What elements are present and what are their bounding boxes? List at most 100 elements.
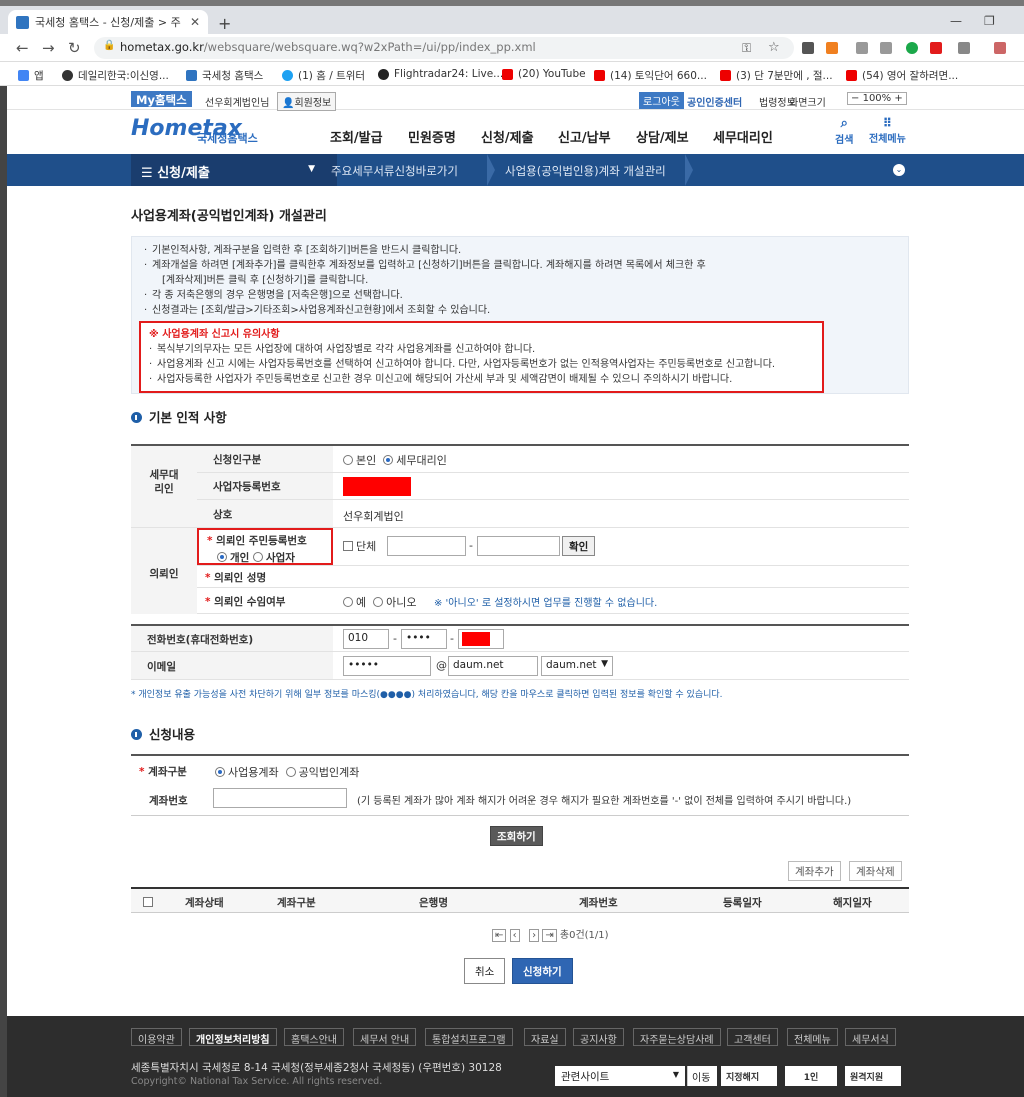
first-page-icon[interactable]: ⇤ bbox=[492, 929, 507, 942]
profile-icon[interactable] bbox=[994, 42, 1006, 54]
rrn-back-input[interactable] bbox=[477, 536, 560, 556]
extension-icon[interactable] bbox=[930, 42, 942, 54]
zoom-control[interactable]: − 100% + bbox=[847, 92, 907, 105]
warning-line: 사업용계좌 신고 시에는 사업자등록번호를 선택하여 신고하여야 합니다. 다만… bbox=[149, 357, 814, 372]
menu-inquiry[interactable]: 조회/발급 bbox=[330, 127, 383, 146]
menu-certificate[interactable]: 민원증명 bbox=[408, 127, 456, 146]
cancel-button[interactable]: 취소 bbox=[464, 958, 506, 984]
grammarly-icon[interactable] bbox=[906, 42, 918, 54]
related-sites-select[interactable]: 관련사이트 ▼ bbox=[555, 1066, 685, 1086]
submit-button[interactable]: 신청하기 bbox=[512, 958, 573, 984]
footer-link-install[interactable]: 통합설치프로그램 bbox=[425, 1028, 513, 1046]
radio-business-account[interactable]: 사업용계좌 bbox=[215, 766, 279, 779]
extension-icon[interactable] bbox=[826, 42, 838, 54]
search-button[interactable]: ⌕ 검색 bbox=[835, 116, 853, 146]
radio-agent[interactable]: 세무대리인 bbox=[383, 454, 447, 467]
radio-person[interactable]: 개인 bbox=[217, 552, 249, 564]
cert-center-link[interactable]: 공인인증센터 bbox=[687, 94, 742, 109]
radio-yes[interactable]: 예 bbox=[343, 596, 366, 609]
footer-link-notice[interactable]: 공지사항 bbox=[573, 1028, 624, 1046]
footer-link-privacy[interactable]: 개인정보처리방침 bbox=[189, 1028, 277, 1046]
footer-link-guide[interactable]: 홈택스안내 bbox=[284, 1028, 344, 1046]
delete-account-button[interactable]: 계좌삭제 bbox=[849, 861, 902, 881]
footer-link-forms[interactable]: 세무서식 bbox=[845, 1028, 896, 1046]
restore-icon[interactable]: ❐ bbox=[984, 14, 995, 28]
guide-box: 기본인적사항, 계좌구분을 입력한 후 [조회하기]버튼을 반드시 클릭합니다.… bbox=[131, 236, 909, 394]
radio-business[interactable]: 사업자 bbox=[252, 552, 295, 564]
current-menu-dropdown[interactable]: ☰ 신청/제출 ▼ bbox=[131, 154, 337, 186]
logout-button[interactable]: 로그아웃 bbox=[639, 92, 684, 109]
menu-agent[interactable]: 세무대리인 bbox=[713, 127, 773, 146]
bookmark-item[interactable]: (54) 영어 잘하려면... bbox=[846, 68, 958, 83]
crumb-shortcut[interactable]: 주요세무서류신청바로가기 bbox=[331, 163, 458, 179]
prev-page-icon[interactable]: ‹ bbox=[509, 929, 520, 942]
confirm-button[interactable]: 확인 bbox=[562, 536, 596, 556]
banner-remote-support[interactable]: 원격지원 bbox=[845, 1066, 901, 1086]
footer-link-office[interactable]: 세무서 안내 bbox=[353, 1028, 417, 1046]
bookmark-item[interactable]: (3) 단 7분만에 , 절... bbox=[720, 68, 833, 83]
email-domain-input[interactable]: daum.net bbox=[448, 656, 538, 676]
move-button[interactable]: 이동 bbox=[687, 1066, 717, 1086]
bookmark-star-icon[interactable]: ☆ bbox=[768, 40, 780, 55]
footer-link-allmenu[interactable]: 전체메뉴 bbox=[787, 1028, 838, 1046]
phone-prefix-input[interactable]: 010 bbox=[343, 629, 389, 649]
chevron-down-icon: ▼ bbox=[672, 1070, 679, 1079]
account-number-input[interactable] bbox=[213, 788, 347, 808]
radio-self[interactable]: 본인 bbox=[343, 454, 376, 467]
footer-link-terms[interactable]: 이용약관 bbox=[131, 1028, 182, 1046]
email-id-input[interactable]: ••••• bbox=[343, 656, 431, 676]
member-info-button[interactable]: 👤회원정보 bbox=[277, 92, 337, 111]
select-all-checkbox[interactable] bbox=[143, 896, 156, 909]
footer-link-archive[interactable]: 자료실 bbox=[524, 1028, 566, 1046]
utility-bar: My홈택스 선우회계법인님 👤회원정보 로그아웃 공인인증센터 법령정보 화면크… bbox=[7, 86, 1024, 111]
group-checkbox[interactable]: 단체 bbox=[343, 538, 376, 554]
radio-public-account[interactable]: 공익법인계좌 bbox=[285, 766, 359, 779]
my-hometax-button[interactable]: My홈택스 bbox=[131, 91, 192, 107]
bookmark-item[interactable]: Flightradar24: Live... bbox=[378, 68, 503, 80]
bookmark-apps[interactable]: 앱 bbox=[18, 68, 44, 83]
next-page-icon[interactable]: › bbox=[529, 929, 540, 942]
add-account-button[interactable]: 계좌추가 bbox=[788, 861, 841, 881]
row-client-rrn: * 의뢰인 주민등록번호 개인 사업자 단체 - 확인 bbox=[197, 528, 909, 566]
zoom-in-icon[interactable]: + bbox=[894, 93, 902, 104]
crumb-current[interactable]: 사업용(공익법인용)계좌 개설관리 bbox=[505, 163, 666, 179]
radio-no[interactable]: 아니오 bbox=[373, 596, 417, 609]
extension-icon[interactable] bbox=[802, 42, 814, 54]
reload-icon[interactable]: ↻ bbox=[68, 39, 81, 57]
banner-designation[interactable]: 지정해지 bbox=[721, 1066, 777, 1086]
forward-icon[interactable]: → bbox=[42, 39, 55, 57]
tab-close-icon[interactable]: ✕ bbox=[190, 15, 200, 29]
phone-middle-input[interactable]: •••• bbox=[401, 629, 447, 649]
bookmark-item[interactable]: 국세청 홈택스 bbox=[186, 68, 263, 83]
radio-checked-icon bbox=[215, 767, 225, 777]
all-menu-button[interactable]: ⠿ 전체메뉴 bbox=[869, 116, 906, 145]
url-input[interactable]: 🔒 hometax.go.kr/websquare/websquare.wq?w… bbox=[94, 37, 794, 59]
bookmark-item[interactable]: (1) 홈 / 트위터 bbox=[282, 68, 365, 83]
menu-application[interactable]: 신청/제출 bbox=[481, 127, 534, 146]
extension-icon[interactable] bbox=[856, 42, 868, 54]
extension-icon[interactable] bbox=[880, 42, 892, 54]
footer-link-support[interactable]: 고객센터 bbox=[727, 1028, 778, 1046]
back-icon[interactable]: ← bbox=[16, 39, 29, 57]
key-icon[interactable]: ⚿ bbox=[742, 41, 751, 56]
chevron-down-icon[interactable]: ⌄ bbox=[893, 164, 905, 176]
footer-link-faq[interactable]: 자주묻는상담사례 bbox=[633, 1028, 721, 1046]
minimize-icon[interactable]: — bbox=[950, 14, 962, 28]
menu-consult[interactable]: 상담/제보 bbox=[636, 127, 689, 146]
extension-icon[interactable] bbox=[958, 42, 970, 54]
search-submit-button[interactable]: 조회하기 bbox=[490, 826, 543, 846]
basic-info-form: 세무대리인 의뢰인 신청인구분 본인 세무대리인 사업자등록번호 상호 선우회계… bbox=[131, 444, 909, 614]
rrn-front-input[interactable] bbox=[387, 536, 466, 556]
phone-last-input[interactable] bbox=[458, 629, 504, 649]
bookmark-item[interactable]: (14) 토익단어 660... bbox=[594, 68, 707, 83]
email-domain-select[interactable]: daum.net ▼ bbox=[541, 656, 613, 676]
browser-tab[interactable]: 국세청 홈택스 - 신청/제출 > 주 ✕ bbox=[8, 10, 208, 34]
zoom-out-icon[interactable]: − bbox=[851, 93, 859, 104]
last-page-icon[interactable]: ⇥ bbox=[542, 929, 557, 942]
new-tab-icon[interactable]: + bbox=[218, 14, 231, 33]
grid-icon: ⠿ bbox=[882, 116, 893, 130]
menu-filing[interactable]: 신고/납부 bbox=[558, 127, 611, 146]
bookmark-item[interactable]: 데일리한국:이신영... bbox=[62, 68, 169, 83]
banner-one-person[interactable]: 1인 bbox=[785, 1066, 837, 1086]
bookmark-item[interactable]: (20) YouTube bbox=[502, 68, 586, 80]
